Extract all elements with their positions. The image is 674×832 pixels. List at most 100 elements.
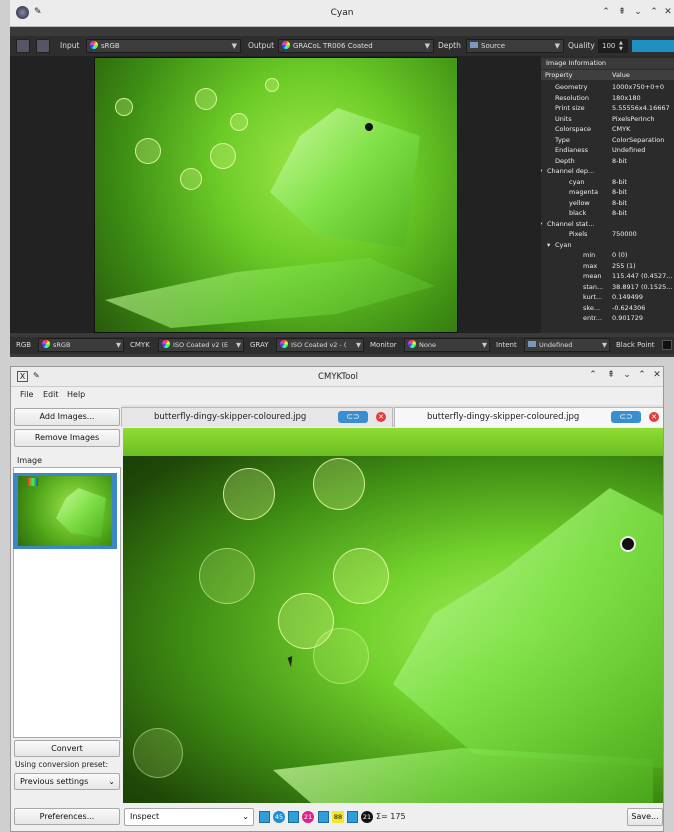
- panel-title: Image Information: [541, 58, 674, 69]
- profile-status-bar: RGB sRGB ▼ CMYK ISO Coated v2 (E ▼ GRAY IS…: [10, 337, 674, 354]
- close-icon[interactable]: ✕: [651, 370, 663, 380]
- close-icon[interactable]: ✕: [662, 7, 674, 17]
- info-row[interactable]: ske... -0.624306: [541, 303, 674, 314]
- info-row[interactable]: Depth 8-bit: [541, 156, 674, 167]
- info-property: kurt...: [583, 293, 603, 301]
- tab-image-2[interactable]: butterfly-dingy-skipper-coloured.jpg ⊂⊃ …: [394, 407, 663, 427]
- info-row[interactable]: magenta 8-bit: [541, 187, 674, 198]
- link-icon[interactable]: ⊂⊃: [611, 411, 641, 423]
- minimize-icon[interactable]: ⌄: [621, 370, 633, 380]
- close-tab-icon[interactable]: ✕: [376, 412, 386, 422]
- remove-images-button[interactable]: Remove Images: [14, 429, 120, 447]
- expand-arrow-icon[interactable]: ▾: [547, 240, 550, 251]
- input-profile-select[interactable]: sRGB ▼: [86, 39, 241, 53]
- info-value: 115.447 (0.4527...: [612, 272, 673, 280]
- rgb-profile-select[interactable]: sRGB ▼: [38, 338, 124, 352]
- info-row[interactable]: black 8-bit: [541, 208, 674, 219]
- image-information-panel: Image Information Property Value Geometr…: [541, 56, 674, 333]
- intent-select[interactable]: Undefined ▼: [524, 338, 610, 352]
- shade-icon[interactable]: ⇞: [616, 7, 628, 17]
- info-row[interactable]: Endianess Undefined: [541, 145, 674, 156]
- add-images-button[interactable]: Add Images...: [14, 408, 120, 426]
- preferences-button[interactable]: Preferences...: [14, 808, 120, 825]
- expand-arrow-icon[interactable]: ▾: [541, 219, 542, 230]
- shade-icon[interactable]: ⇞: [605, 370, 617, 380]
- menu-help[interactable]: Help: [67, 390, 85, 399]
- info-row[interactable]: Resolution 180x180: [541, 93, 674, 104]
- link-icon[interactable]: ⊂⊃: [338, 411, 368, 423]
- chevron-down-icon: ⌄: [242, 812, 249, 821]
- info-property: min: [583, 251, 596, 259]
- mode-select[interactable]: Inspect ⌄: [124, 808, 254, 826]
- info-row[interactable]: mean 115.447 (0.4527...: [541, 271, 674, 282]
- info-value: 8-bit: [612, 198, 627, 207]
- menu-file[interactable]: File: [20, 390, 33, 399]
- quality-spinbox[interactable]: 100: [598, 39, 628, 53]
- keep-above-icon[interactable]: ⌃: [587, 370, 599, 380]
- save-button[interactable]: Save...: [627, 808, 663, 826]
- color-profile-icon: [408, 340, 416, 348]
- expand-arrow-icon[interactable]: ▾: [541, 166, 542, 177]
- maximize-icon[interactable]: ⌃: [636, 370, 648, 380]
- inspect-status-bar: Inspect ⌄ 45 21 88 21 Σ= 175 Save...: [121, 805, 663, 831]
- info-row[interactable]: ▾ Cyan: [541, 240, 674, 251]
- close-tab-icon[interactable]: ✕: [649, 412, 659, 422]
- monitor-profile-select[interactable]: None ▼: [404, 338, 490, 352]
- monitor-icon: [528, 341, 536, 347]
- magenta-swatch: [288, 811, 299, 823]
- convert-button[interactable]: Convert: [14, 740, 120, 757]
- info-row[interactable]: yellow 8-bit: [541, 198, 674, 209]
- keep-above-icon[interactable]: ⌃: [600, 7, 612, 17]
- info-row[interactable]: kurt... 0.149499: [541, 292, 674, 303]
- monitor-label: Monitor: [370, 341, 397, 349]
- info-column-header: Property Value: [541, 70, 674, 80]
- top-titlebar: ✎ Cyan ⌃ ⇞ ⌄ ⌃ ✕: [10, 0, 674, 27]
- info-row[interactable]: min 0 (0): [541, 250, 674, 261]
- main-image-view[interactable]: [123, 428, 663, 803]
- black-point-label: Black Point: [616, 341, 655, 349]
- image-thumbnail[interactable]: [18, 476, 112, 546]
- save-icon[interactable]: [36, 39, 50, 53]
- chevron-down-icon: ▼: [482, 341, 487, 349]
- info-property: Geometry: [555, 83, 588, 91]
- black-point-checkbox[interactable]: [662, 340, 672, 350]
- info-row[interactable]: Colorspace CMYK: [541, 124, 674, 135]
- minimize-icon[interactable]: ⌄: [632, 7, 644, 17]
- quality-slider[interactable]: [632, 40, 674, 52]
- cmyk-label: CMYK: [130, 341, 150, 349]
- info-row[interactable]: Pixels 750000: [541, 229, 674, 240]
- info-row[interactable]: cyan 8-bit: [541, 177, 674, 188]
- info-row[interactable]: Print size 5.55556x4.16667: [541, 103, 674, 114]
- total-ink-value: Σ= 175: [376, 812, 406, 821]
- mouse-cursor-icon: [287, 654, 300, 668]
- value-column-header[interactable]: Value: [612, 70, 630, 80]
- output-profile-select[interactable]: GRACoL TR006 Coated ▼: [278, 39, 434, 53]
- cmyktool-window: X ✎ CMYKTool ⌃ ⇞ ⌄ ⌃ ✕ File Edit Help Ad…: [10, 366, 664, 832]
- info-property: Colorspace: [555, 125, 592, 133]
- tab-image-1[interactable]: butterfly-dingy-skipper-coloured.jpg ⊂⊃ …: [121, 407, 393, 427]
- monitor-icon: [470, 42, 478, 48]
- info-row[interactable]: Type ColorSeparation: [541, 135, 674, 146]
- info-row[interactable]: stan... 38.8917 (0.1525...: [541, 282, 674, 293]
- open-icon[interactable]: [16, 39, 30, 53]
- preset-select[interactable]: Previous settings ⌄: [14, 773, 120, 790]
- info-property: yellow: [569, 198, 590, 207]
- depth-label: Depth: [438, 41, 461, 50]
- menu-edit[interactable]: Edit: [43, 390, 59, 399]
- info-row[interactable]: Units PixelsPerInch: [541, 114, 674, 125]
- chevron-down-icon: ▼: [424, 42, 430, 50]
- depth-select[interactable]: Source ▼: [466, 39, 564, 53]
- info-property: Channel stat...: [547, 219, 595, 228]
- preview-image: [94, 57, 458, 333]
- quality-stepper-icon[interactable]: ▲ ▼: [619, 40, 623, 52]
- info-row[interactable]: ▾ Channel dep...: [541, 166, 674, 177]
- gray-profile-select[interactable]: ISO Coated v2 - (▼: [276, 338, 364, 352]
- info-row[interactable]: Geometry 1000x750+0+0: [541, 82, 674, 93]
- info-property: Type: [555, 135, 570, 144]
- maximize-icon[interactable]: ⌃: [648, 7, 660, 17]
- info-row[interactable]: entr... 0.901729: [541, 313, 674, 324]
- cmyk-profile-select[interactable]: ISO Coated v2 (E ▼: [158, 338, 244, 352]
- info-row[interactable]: max 255 (1): [541, 261, 674, 272]
- info-row[interactable]: ▾ Channel stat...: [541, 219, 674, 230]
- property-column-header[interactable]: Property: [545, 70, 573, 80]
